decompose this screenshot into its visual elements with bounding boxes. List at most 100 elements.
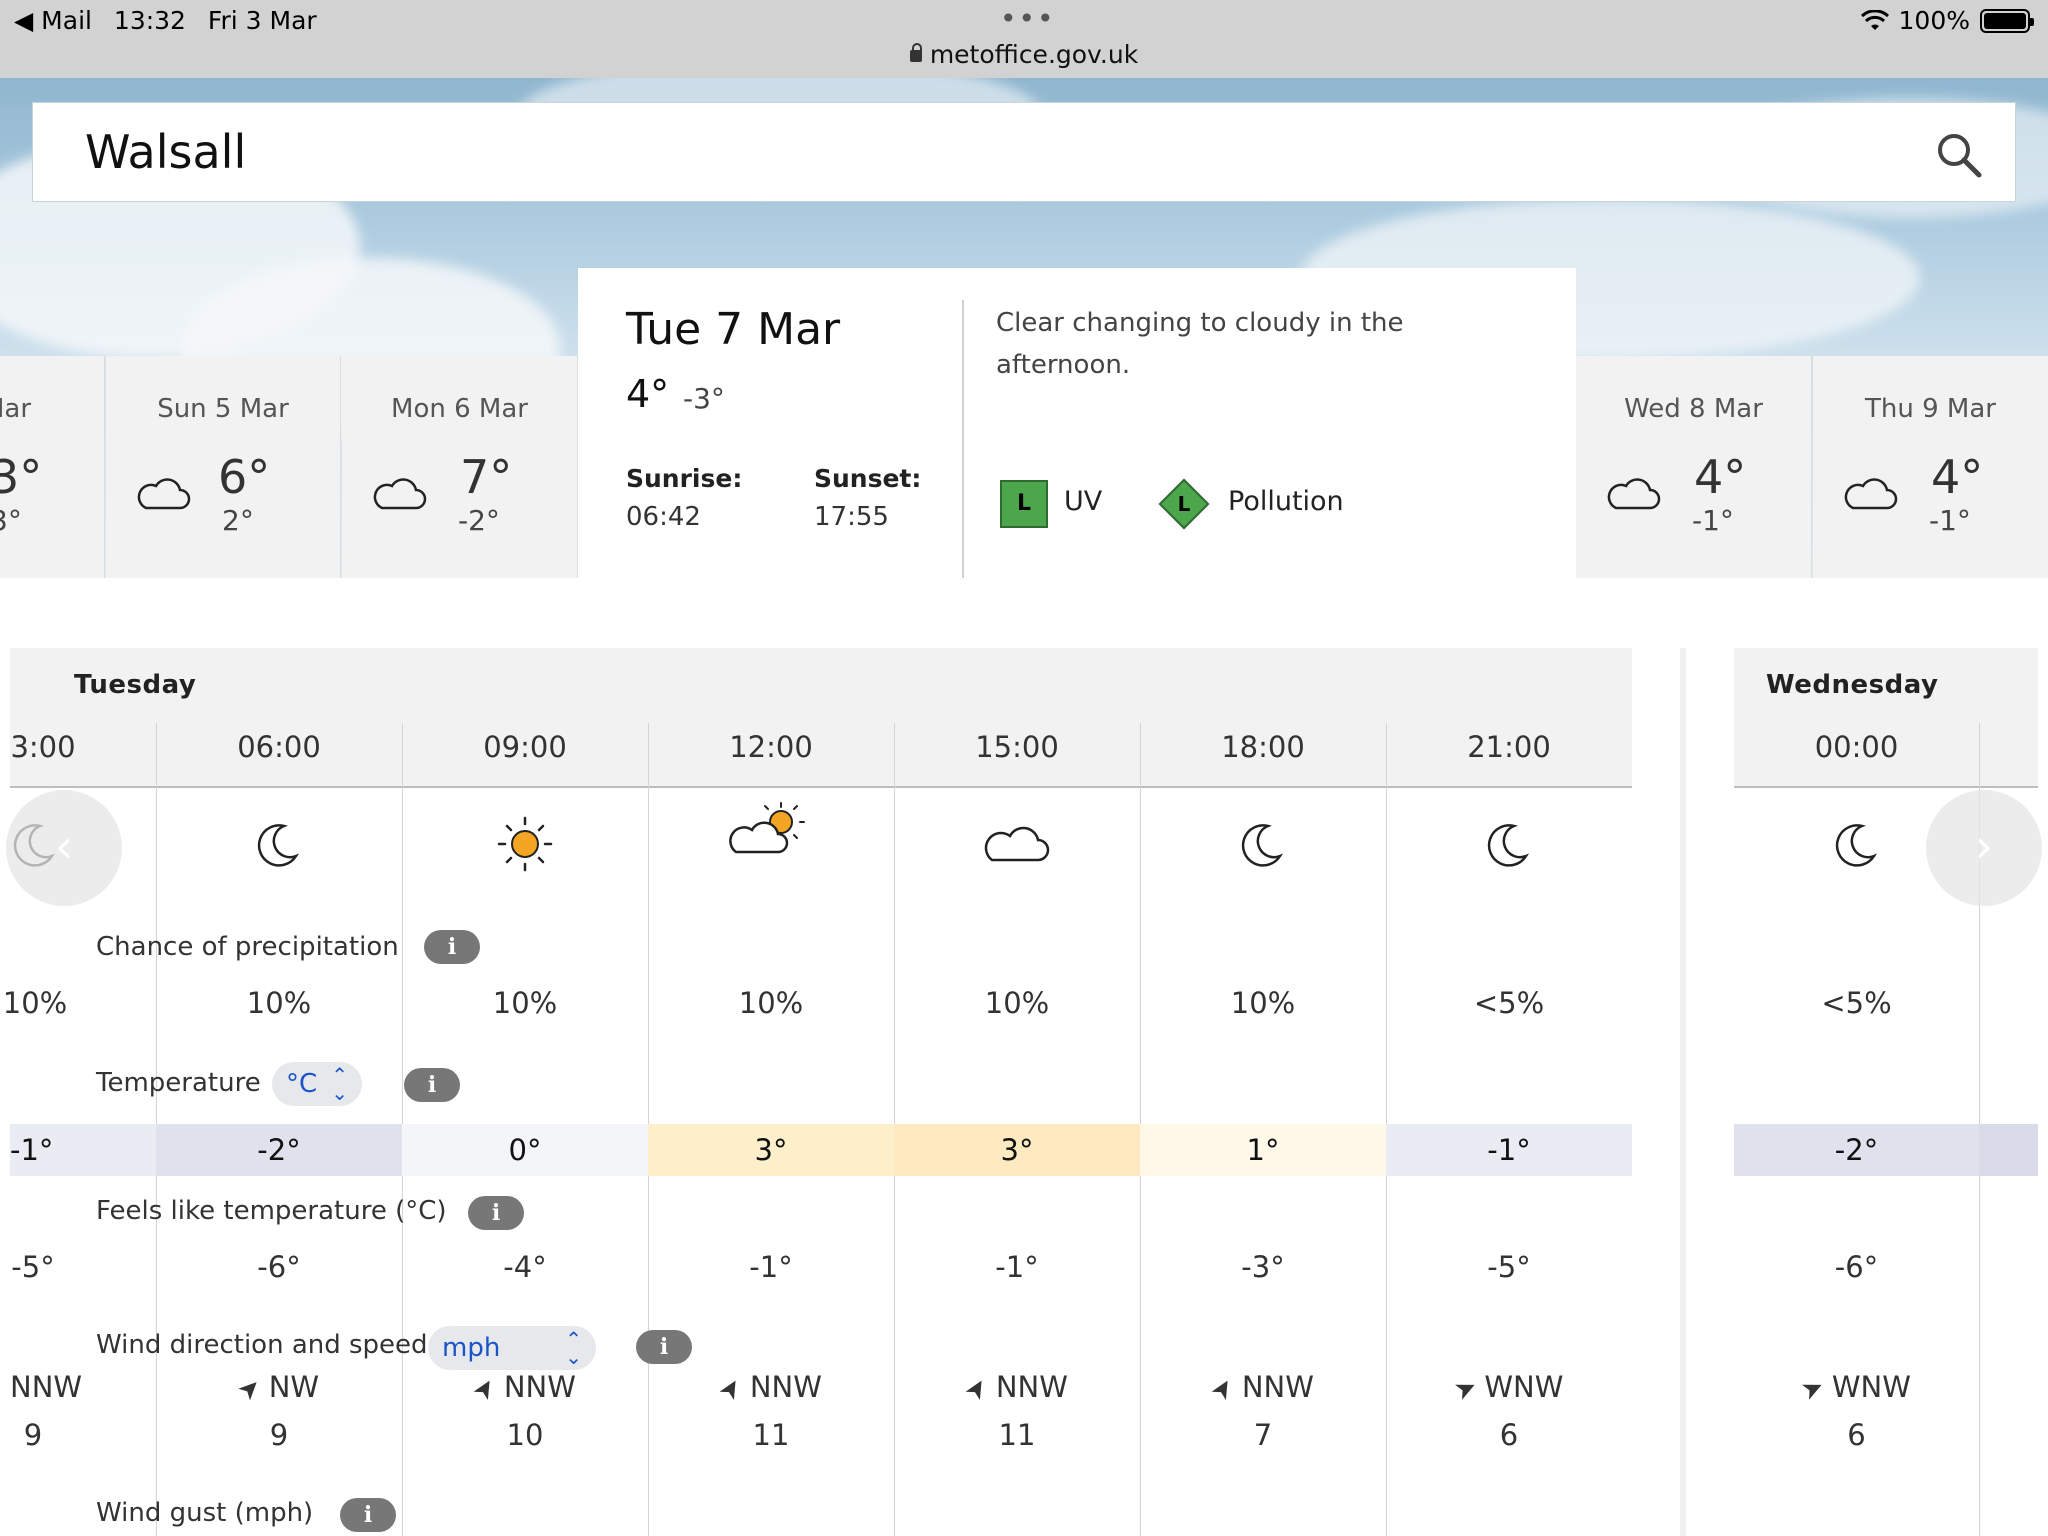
status-right: 100% xyxy=(1860,6,2034,35)
feels-cell: -1° xyxy=(995,1250,1039,1284)
time-cell: 06:00 xyxy=(237,730,321,764)
wind-direction-cell: ➤NNW xyxy=(958,1370,1068,1406)
precip-cell: 10% xyxy=(492,986,558,1020)
pollution-badge[interactable]: L xyxy=(1158,478,1210,530)
selected-high: 4° xyxy=(626,372,670,416)
wind-arrow-icon: ➤ xyxy=(958,1372,996,1406)
temp-cell: 0° xyxy=(402,1124,648,1176)
temp-unit-select[interactable]: °C ⌃ ⌄ xyxy=(272,1062,362,1106)
wind-speed-cell: 6 xyxy=(1847,1418,1866,1452)
day-tab-low: 3° xyxy=(0,504,22,537)
sun-icon xyxy=(402,814,648,874)
precip-cell: 10% xyxy=(984,986,1050,1020)
location-search-field[interactable]: Walsall xyxy=(32,102,2016,202)
uv-badge[interactable]: L xyxy=(1000,480,1048,528)
day-tab-mon[interactable]: Mon 6 Mar 7° -2° xyxy=(342,356,578,578)
moon-icon xyxy=(1386,814,1632,874)
precip-cell: 10% xyxy=(246,986,312,1020)
day-tab-wed[interactable]: Wed 8 Mar 4° -1° xyxy=(1576,356,1812,578)
day-header-band xyxy=(10,648,1632,788)
cloud-icon xyxy=(137,478,191,510)
address-bar[interactable]: metoffice.gov.uk xyxy=(0,40,2048,69)
sunrise-label: Sunrise: xyxy=(626,464,743,493)
wind-direction-cell: ➤WNW xyxy=(1449,1370,1564,1408)
gust-row-label: Wind gust (mph) xyxy=(96,1498,314,1528)
day-tab-low: -1° xyxy=(1929,504,1971,537)
feels-cell: -5° xyxy=(11,1250,55,1284)
wind-speed-cell: 11 xyxy=(752,1418,790,1452)
wind-direction-cell: NNW xyxy=(10,1370,83,1404)
time-cell: 3:00 xyxy=(10,730,76,764)
sunset-label: Sunset: xyxy=(814,464,922,493)
precip-cell: 10% xyxy=(738,986,804,1020)
time-cell: 18:00 xyxy=(1221,730,1305,764)
time-cell: 15:00 xyxy=(975,730,1059,764)
wind-arrow-icon: ➤ xyxy=(231,1370,269,1408)
feels-cell: -4° xyxy=(503,1250,547,1284)
search-input[interactable]: Walsall xyxy=(85,125,246,179)
temp-cell: -2° xyxy=(1734,1124,1979,1176)
time-cell: 09:00 xyxy=(483,730,567,764)
sun-cloud-icon xyxy=(648,800,894,860)
sunrise-time: 06:42 xyxy=(626,502,701,532)
cloud-icon xyxy=(1844,478,1898,510)
back-to-mail-link[interactable]: ◀ Mail xyxy=(14,6,92,35)
day-tab-sun[interactable]: Sun 5 Mar 6° 2° xyxy=(106,356,341,578)
time-cell: 21:00 xyxy=(1467,730,1551,764)
moon-icon xyxy=(1140,814,1386,874)
chevron-updown-icon: ⌃ ⌄ xyxy=(565,1327,582,1369)
day-tab-label: Sun 5 Mar xyxy=(157,394,289,424)
wind-info-icon[interactable]: i xyxy=(636,1330,692,1364)
pollution-label[interactable]: Pollution xyxy=(1228,486,1344,517)
status-date: Fri 3 Mar xyxy=(207,6,317,35)
temp-cell-next xyxy=(1979,1124,2038,1176)
time-cell: 00:00 xyxy=(1814,730,1899,764)
precip-cell: 10% xyxy=(2,986,68,1020)
wind-speed-cell: 9 xyxy=(269,1418,289,1452)
day-header-band xyxy=(1734,648,2038,788)
battery-icon xyxy=(1980,8,2034,33)
day-tab-low: -2° xyxy=(458,504,500,537)
wind-speed-cell: 9 xyxy=(23,1418,43,1452)
wifi-icon xyxy=(1860,9,1889,30)
precip-info-icon[interactable]: i xyxy=(424,930,480,964)
wind-direction-cell: ➤NNW xyxy=(712,1370,822,1406)
time-cell: 12:00 xyxy=(729,730,813,764)
wind-unit-select[interactable]: mph ⌃ ⌄ xyxy=(428,1326,596,1370)
wind-speed-cell: 7 xyxy=(1253,1418,1273,1452)
temp-cell: -1° xyxy=(10,1124,156,1176)
day-tab-thu[interactable]: Thu 9 Mar 4° -1° xyxy=(1813,356,2048,578)
wind-direction-cell: ➤NW xyxy=(231,1370,320,1408)
day-tab-high: 4° xyxy=(1694,450,1747,504)
feels-cell: -1° xyxy=(749,1250,793,1284)
search-icon[interactable] xyxy=(1935,131,1983,179)
scroll-left-button[interactable]: ‹ xyxy=(6,790,122,906)
day-separator xyxy=(1680,648,1686,1536)
chevron-updown-icon: ⌃ ⌄ xyxy=(331,1063,348,1105)
day-name-tuesday: Tuesday xyxy=(74,670,197,700)
multitask-dots[interactable]: ••• xyxy=(1000,2,1056,35)
day-tab-low: 2° xyxy=(222,504,254,537)
day-tab-label: Mon 6 Mar xyxy=(391,394,528,424)
feels-cell: -3° xyxy=(1241,1250,1285,1284)
temp-row-label: Temperature xyxy=(96,1068,261,1098)
feels-info-icon[interactable]: i xyxy=(468,1196,524,1230)
wind-direction-cell: ➤NNW xyxy=(466,1370,576,1406)
gust-info-icon[interactable]: i xyxy=(340,1498,396,1532)
temp-info-icon[interactable]: i xyxy=(404,1068,460,1102)
uv-label[interactable]: UV xyxy=(1064,486,1102,517)
day-tab-sat[interactable]: Mar 3° 3° xyxy=(0,356,105,578)
pollution-level: L xyxy=(1177,492,1191,516)
scroll-right-button[interactable]: › xyxy=(1926,790,2042,906)
temp-cell: -2° xyxy=(156,1124,402,1176)
feels-cell: -6° xyxy=(257,1250,301,1284)
url-text: metoffice.gov.uk xyxy=(929,40,1139,69)
battery-percent: 100% xyxy=(1898,6,1970,35)
wind-speed-cell: 10 xyxy=(506,1418,544,1452)
temp-unit-value: °C xyxy=(286,1069,318,1099)
day-tab-low: -1° xyxy=(1692,504,1734,537)
panel-divider xyxy=(962,300,964,580)
day-tab-label: Mar xyxy=(0,394,32,424)
precip-cell: <5% xyxy=(1821,986,1892,1020)
status-time: 13:32 xyxy=(113,6,186,35)
